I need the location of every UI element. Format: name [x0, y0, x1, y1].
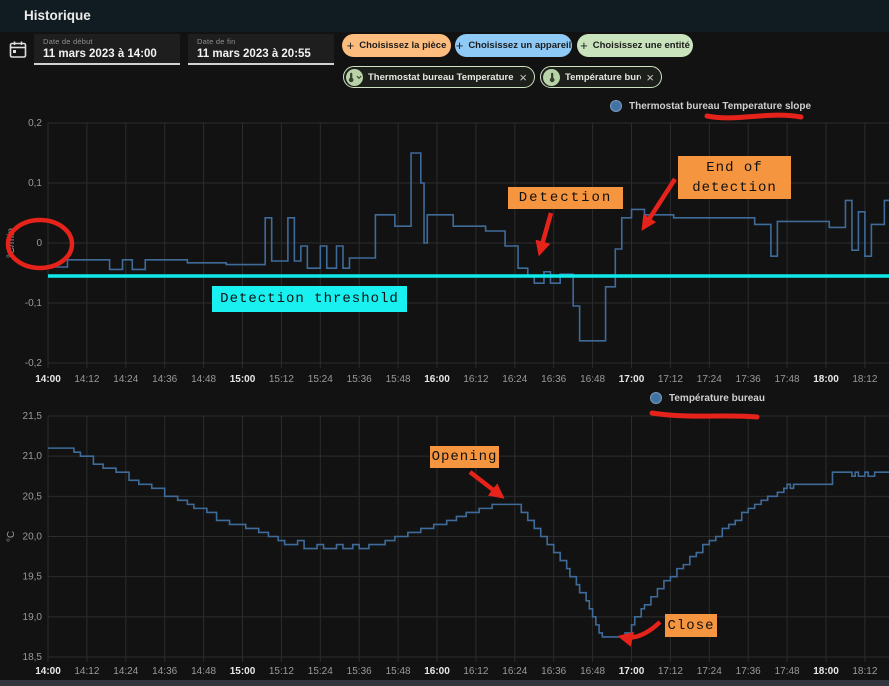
x-tick-label: 15:00 [230, 666, 256, 677]
choose-device-label: Choisissez un appareil [468, 40, 571, 51]
x-tick-label: 18:00 [813, 666, 839, 677]
x-tick-label: 14:48 [191, 374, 216, 385]
x-tick-label: 15:48 [386, 666, 411, 677]
x-tick-label: 15:48 [386, 374, 411, 385]
plus-icon: + [580, 38, 588, 53]
close-icon[interactable]: × [646, 71, 654, 84]
x-tick-label: 15:00 [230, 374, 256, 385]
chip-label: Thermostat bureau Temperature slope [368, 72, 514, 83]
y-tick-label: -0,1 [25, 298, 43, 309]
y-tick-label: 0 [36, 238, 42, 249]
x-tick-label: 18:12 [852, 666, 877, 677]
end-of-detection-annotation: End of detection [678, 156, 791, 199]
y-tick-label: 20,0 [23, 532, 43, 543]
y-tick-label: 19,5 [23, 572, 43, 583]
y-axis-title: °C/min [6, 228, 17, 258]
x-tick-label: 16:12 [463, 374, 488, 385]
choose-entity-button[interactable]: + Choisissez une entité [577, 34, 693, 57]
x-tick-label: 18:00 [813, 374, 839, 385]
x-tick-label: 16:00 [424, 666, 450, 677]
history-page: Historique Date de début 11 mars 2023 à … [0, 0, 889, 686]
x-tick-label: 17:36 [736, 666, 761, 677]
x-tick-label: 14:48 [191, 666, 216, 677]
thermometer-icon [346, 69, 363, 86]
x-tick-label: 14:36 [152, 374, 177, 385]
end-date-label: Date de fin [197, 37, 334, 46]
close-icon[interactable]: × [519, 71, 527, 84]
x-tick-label: 16:24 [502, 374, 527, 385]
threshold-annotation: Detection threshold [212, 286, 407, 312]
x-tick-label: 15:24 [308, 374, 333, 385]
slope-chart: 14:00 14:12 14:24 14:36 14:48 15:00 15:12 15:24… [0, 95, 889, 395]
app-header: Historique [0, 0, 889, 32]
calendar-icon[interactable] [7, 40, 29, 62]
x-tick-label: 16:12 [463, 666, 488, 677]
start-date-label: Date de début [43, 37, 180, 46]
x-tick-label: 15:12 [269, 666, 294, 677]
y-tick-label: 19,0 [23, 612, 43, 623]
x-tick-label: 17:12 [658, 666, 683, 677]
bottom-scrollbar[interactable] [0, 680, 889, 686]
opening-annotation: Opening [430, 446, 499, 468]
x-tick-label: 16:48 [580, 374, 605, 385]
y-tick-label: 20,5 [23, 491, 43, 502]
y-axis-title: °C [6, 531, 17, 542]
start-date-value: 11 mars 2023 à 14:00 [43, 48, 180, 60]
chip-label: Température bureau [565, 72, 641, 83]
detection-annotation: Detection [508, 187, 623, 209]
x-tick-label: 16:24 [502, 666, 527, 677]
end-date-field[interactable]: Date de fin 11 mars 2023 à 20:55 [188, 34, 334, 65]
x-tick-label: 17:48 [775, 374, 800, 385]
entity-chip-thermostat-slope[interactable]: Thermostat bureau Temperature slope × [343, 66, 535, 88]
temperature-chart: 14:00 14:12 14:24 14:36 14:48 15:00 15:12 15:24… [0, 395, 889, 686]
x-tick-label: 15:24 [308, 666, 333, 677]
end-date-value: 11 mars 2023 à 20:55 [197, 48, 334, 60]
y-tick-label: 21,0 [23, 451, 43, 462]
x-tick-label: 17:36 [736, 374, 761, 385]
y-tick-label: 21,5 [23, 411, 43, 422]
y-tick-label: 0,1 [28, 178, 42, 189]
x-tick-label: 17:48 [775, 666, 800, 677]
series-line [48, 448, 889, 637]
x-tick-label: 14:00 [35, 374, 61, 385]
x-tick-label: 16:36 [541, 374, 566, 385]
x-tick-label: 17:00 [619, 374, 645, 385]
page-title: Historique [24, 0, 91, 32]
plus-icon: + [347, 38, 355, 53]
x-tick-label: 17:00 [619, 666, 645, 677]
plus-icon: + [456, 38, 464, 53]
x-tick-label: 16:00 [424, 374, 450, 385]
x-tick-label: 14:36 [152, 666, 177, 677]
x-tick-label: 14:00 [35, 666, 61, 677]
x-tick-label: 15:36 [347, 374, 372, 385]
y-tick-label: 18,5 [23, 652, 43, 663]
x-tick-label: 18:12 [852, 374, 877, 385]
x-tick-label: 16:36 [541, 666, 566, 677]
x-tick-label: 17:12 [658, 374, 683, 385]
x-tick-label: 16:48 [580, 666, 605, 677]
x-tick-label: 14:24 [113, 666, 138, 677]
x-tick-label: 15:36 [347, 666, 372, 677]
x-tick-label: 14:24 [113, 374, 138, 385]
close-annotation: Close [665, 614, 717, 637]
chevron-down-icon [356, 75, 362, 80]
thermometer-icon [543, 69, 560, 86]
choose-area-label: Choisissez la pièce [359, 40, 446, 51]
calendar-glyph [8, 40, 28, 60]
y-tick-label: -0,2 [25, 358, 43, 369]
choose-entity-label: Choisissez une entité [593, 40, 690, 51]
choose-device-button[interactable]: + Choisissez un appareil [455, 34, 572, 57]
x-tick-label: 15:12 [269, 374, 294, 385]
x-tick-label: 17:24 [697, 374, 722, 385]
start-date-field[interactable]: Date de début 11 mars 2023 à 14:00 [34, 34, 180, 65]
x-tick-label: 14:12 [74, 666, 99, 677]
x-tick-label: 14:12 [74, 374, 99, 385]
y-tick-label: 0,2 [28, 118, 42, 129]
choose-area-button[interactable]: + Choisissez la pièce [342, 34, 451, 57]
x-tick-label: 17:24 [697, 666, 722, 677]
entity-chip-temperature[interactable]: Température bureau × [540, 66, 662, 88]
